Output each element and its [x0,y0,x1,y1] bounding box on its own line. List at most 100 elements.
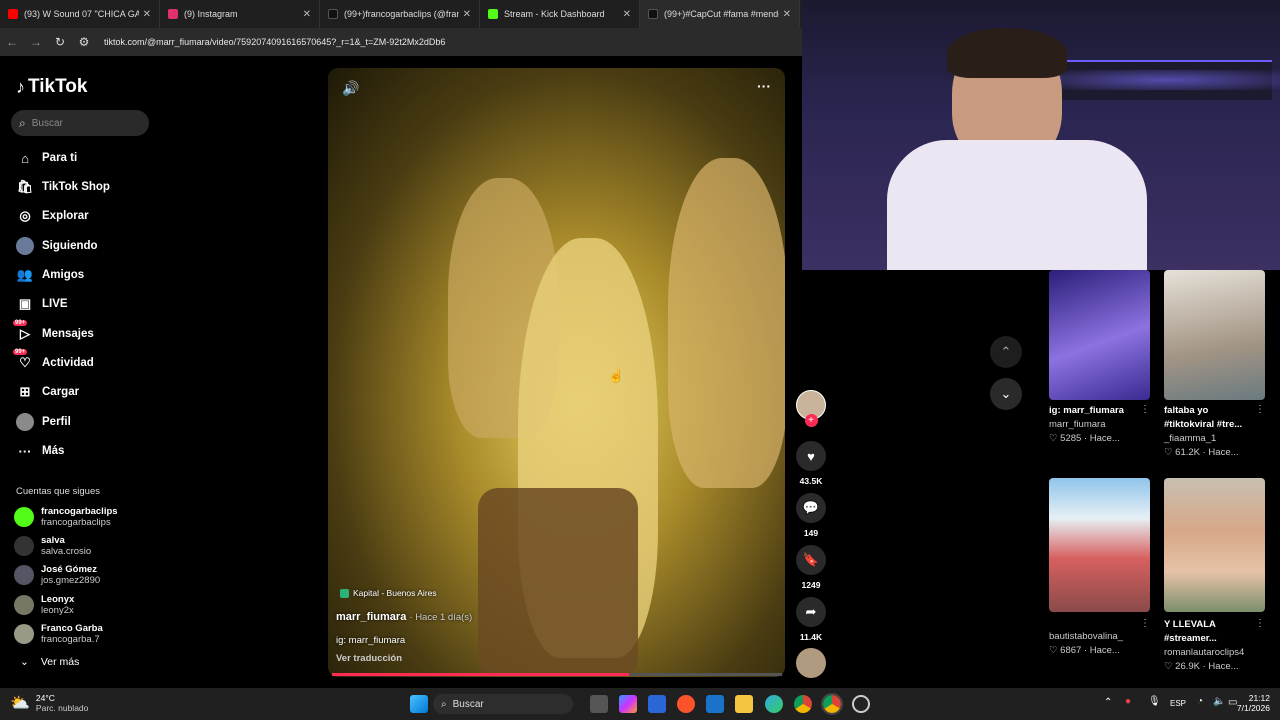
nav-mensajes[interactable]: ▷ 99+ Mensajes [13,320,166,345]
followed-account[interactable]: Leonyx leony2x [14,592,74,618]
wifi-icon[interactable]: ◔ [1197,696,1203,707]
chrome-icon[interactable] [794,695,812,713]
close-icon[interactable]: ✕ [303,9,311,20]
instagram-icon [168,9,178,19]
location-tag[interactable]: Kapital - Buenos Aires [340,588,437,598]
nav-tiktok-shop[interactable]: 🛍 TikTok Shop [16,176,166,198]
tray-overflow-icon[interactable]: ⌃ [1104,697,1112,708]
file-explorer-icon[interactable] [735,695,753,713]
close-icon[interactable]: ✕ [143,9,151,20]
edge-icon[interactable] [765,695,783,713]
video-progress-bar[interactable] [332,673,782,676]
avatar [14,565,34,585]
video-caption: ig: marr_fiumara [336,635,406,646]
back-icon[interactable]: ← [0,35,24,49]
next-video-button[interactable]: ⌄ [990,378,1022,410]
clock[interactable]: 21:12 7/1/2026 [1234,693,1270,713]
more-options-icon[interactable]: ⋮ [1255,404,1265,415]
taskbar-search-input[interactable]: ⌕ Buscar [433,694,573,714]
language-indicator[interactable]: ESP [1170,699,1186,708]
windows-start-icon[interactable] [410,695,428,713]
following-icon [16,237,34,255]
messages-icon: ▷ 99+ [13,320,30,341]
music-disc-icon [796,648,826,678]
profile-icon [16,413,34,431]
video-thumbnail[interactable] [1049,478,1150,612]
previous-video-button[interactable]: ⌃ [990,336,1022,368]
address-bar: ← → ↻ ⚙ tiktok.com/@marr_fiumara/video/7… [0,28,802,56]
close-icon[interactable]: ✕ [623,9,631,20]
nav-amigos[interactable]: 👥 Amigos [16,264,166,286]
heart-icon: ♥ [796,441,826,471]
video-card[interactable]: Y LLEVALA #streamer... romanlautaroclips… [1164,618,1274,674]
more-options-icon[interactable]: ⋮ [1140,618,1150,629]
tab-instagram[interactable]: (9) Instagram ✕ [160,0,320,28]
network-icon[interactable]: ● [1125,696,1131,707]
copilot-icon[interactable] [619,695,637,713]
messages-badge: 99+ [13,320,28,326]
reload-icon[interactable]: ↻ [48,35,72,49]
tab-kick[interactable]: Stream - Kick Dashboard ✕ [480,0,640,28]
store-icon[interactable] [648,695,666,713]
video-thumbnail[interactable] [1164,270,1265,400]
upload-icon: ⊞ [19,384,31,399]
nav-siguiendo[interactable]: Siguiendo [16,235,166,257]
browser-tab-bar: (93) W Sound 07 "CHICA GALÁ✕ (9) Instagr… [0,0,802,28]
avatar [14,536,34,556]
task-view-icon[interactable] [590,695,608,713]
url-field[interactable]: tiktok.com/@marr_fiumara/video/759207409… [104,37,445,47]
sound-avatar[interactable] [795,648,827,678]
like-button[interactable]: ♥ 43.5K [795,441,827,486]
followed-account[interactable]: José Gómez jos.gmez2890 [14,562,100,588]
chevron-down-icon: ⌄ [20,656,29,668]
tab-tiktok-capcut[interactable]: (99+)#CapCut #fama #mendoz ✕ [640,0,800,28]
brave-icon[interactable] [677,695,695,713]
tiktok-logo[interactable]: ♪ TikTok [16,76,87,98]
share-button[interactable]: ➦ 11.4K [795,597,827,642]
weather-widget[interactable]: ⛅ 24°C Parc. nublado [10,693,88,713]
forward-icon[interactable]: → [24,35,48,49]
see-more-button[interactable]: ⌄ Ver más [20,656,79,668]
webcam-overlay [802,0,1280,270]
more-options-icon[interactable]: ⋮ [1140,404,1150,415]
followed-account[interactable]: francogarbaclips francogarbaclips [14,504,118,530]
video-author[interactable]: marr_fiumara [336,611,406,623]
following-header: Cuentas que sigues [16,486,100,497]
mail-icon[interactable] [706,695,724,713]
site-info-icon[interactable]: ⚙ [72,35,96,49]
nav-perfil[interactable]: Perfil [16,411,166,433]
obs-icon[interactable] [852,695,870,713]
video-card[interactable]: bautistabovalina_ ♡ 6867 · Hace... [1049,630,1159,658]
taskbar: ⛅ 24°C Parc. nublado ⌃ ● 🎙 ESP ◔ 🔈 ▭ 21:1… [0,688,1280,720]
nav-explorar[interactable]: ◎ Explorar [16,205,166,227]
video-thumbnail[interactable] [1049,270,1150,400]
comment-button[interactable]: 💬 149 [795,493,827,538]
nav-actividad[interactable]: ♡ 99+ Actividad [13,349,166,374]
translate-link[interactable]: Ver traducción [336,653,402,664]
comment-icon: 💬 [796,493,826,523]
save-button[interactable]: 🔖 1249 [795,545,827,590]
close-icon[interactable]: ✕ [463,9,471,20]
followed-account[interactable]: Franco Garba francogarba.7 [14,621,103,647]
microphone-icon[interactable]: 🎙 [1148,696,1161,707]
chevron-down-icon: ⌄ [1000,386,1012,401]
more-options-icon[interactable]: ··· [757,78,771,94]
follow-plus-icon[interactable]: + [804,414,818,427]
tab-youtube[interactable]: (93) W Sound 07 "CHICA GALÁ✕ [0,0,160,28]
followed-account[interactable]: salva salva.crosio [14,533,91,559]
nav-cargar[interactable]: ⊞ Cargar [16,381,166,403]
chrome-active-icon[interactable] [821,693,843,715]
close-icon[interactable]: ✕ [783,9,791,20]
search-input[interactable]: ⌕ Buscar [11,110,149,136]
tab-tiktok-francogarbaclips[interactable]: (99+)francogarbaclips (@franc ✕ [320,0,480,28]
author-avatar[interactable]: + [795,390,827,427]
nav-live[interactable]: ▣ LIVE [16,293,166,315]
volume-icon[interactable]: 🔊 [342,80,359,97]
nav-para-ti[interactable]: ⌂ Para ti [16,147,166,169]
chevron-up-icon: ⌃ [1000,344,1012,359]
volume-tray-icon[interactable]: 🔈 [1213,696,1225,707]
video-thumbnail[interactable] [1164,478,1265,612]
video-frame-figure [668,158,785,488]
video-player[interactable]: 🔊 ··· Kapital - Buenos Aires marr_fiumar… [328,68,785,677]
nav-mas[interactable]: ··· Más [16,440,166,462]
